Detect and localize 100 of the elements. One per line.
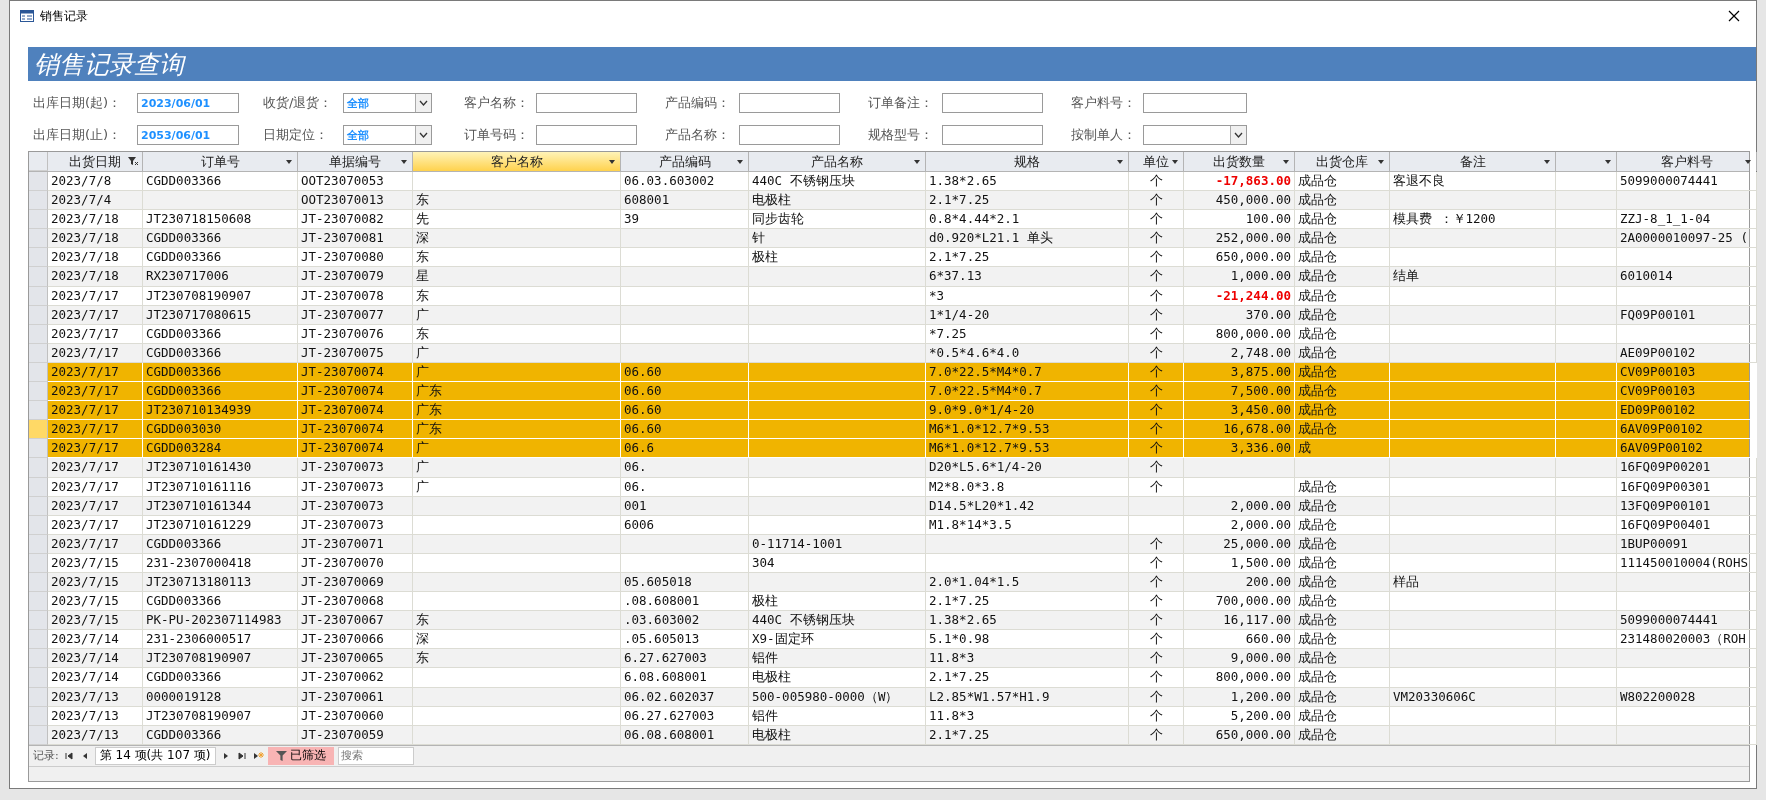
table-cell: JT-23070060 [298,706,413,726]
record-selector[interactable] [29,267,48,287]
table-cell: 成品仓 [1295,305,1390,325]
dropdown-arrow-icon[interactable] [285,158,293,166]
dropdown-arrow-icon[interactable] [1282,158,1290,166]
column-header[interactable]: 出货日期 [48,152,143,171]
dropdown-arrow-icon[interactable] [1116,158,1124,166]
table-cell: JT230708190907 [143,286,298,306]
field-label: 客户名称： [464,94,530,112]
table-cell: 16FQ09P00301 [1617,477,1757,497]
record-selector[interactable] [29,458,48,478]
column-header[interactable]: 出货仓库 [1295,152,1390,171]
column-header[interactable]: 客户料号 [1617,152,1757,171]
table-cell: 2023/7/15 [48,553,143,573]
column-header[interactable]: 订单号 [143,152,298,171]
record-selector[interactable] [29,649,48,669]
field-label: 订单号码： [464,126,530,144]
filter-icon[interactable] [128,156,138,166]
table-cell: 2.1*7.25 [926,668,1129,688]
record-selector[interactable] [29,382,48,402]
record-position[interactable]: 第 14 项(共 107 项) [94,746,216,765]
column-header[interactable]: 出货数量 [1184,152,1295,171]
table-cell: JT230717080615 [143,305,298,325]
text-field[interactable] [942,93,1043,113]
table-cell: 成品仓 [1295,515,1390,535]
text-field[interactable] [942,125,1043,145]
table-cell: W802200028 [1617,687,1757,707]
close-icon[interactable] [1726,8,1742,24]
table-cell: 0-11714-1001 [749,534,926,554]
dropdown-arrow-icon[interactable] [608,158,616,166]
record-selector[interactable] [29,630,48,650]
dropdown-arrow-icon[interactable] [1604,158,1612,166]
dropdown-arrow-icon[interactable] [1171,158,1179,166]
dropdown-arrow-icon[interactable] [1744,158,1752,166]
table-cell: CGDD003366 [143,324,298,344]
table-cell: JT-23070071 [298,534,413,554]
table-cell: 成品仓 [1295,477,1390,497]
record-selector[interactable] [29,172,48,192]
field-label: 收货/退货： [263,94,334,112]
first-record-icon[interactable] [62,749,75,762]
table-cell: 650,000.00 [1184,725,1295,745]
record-selector[interactable] [29,668,48,688]
record-selector[interactable] [29,248,48,268]
table-cell: 2,000.00 [1184,496,1295,516]
new-record-icon[interactable] [251,749,264,762]
table-cell: 成品仓 [1295,534,1390,554]
table-cell: 2,748.00 [1184,343,1295,363]
table-cell: 13FQ09P00101 [1617,496,1757,516]
table-cell: 成品仓 [1295,706,1390,726]
column-header[interactable]: 产品名称 [749,152,926,171]
dropdown-arrow-icon[interactable] [913,158,921,166]
record-selector[interactable] [29,611,48,631]
last-record-icon[interactable] [235,749,248,762]
record-selector[interactable] [29,191,48,211]
field-label: 产品编码： [665,94,731,112]
table-cell: 06. [621,458,749,478]
table-cell: 304 [749,553,926,573]
dropdown-arrow-icon[interactable] [400,158,408,166]
record-selector[interactable] [29,229,48,249]
table-cell: 广 [413,458,621,478]
text-field[interactable] [739,125,840,145]
table-cell: 广 [413,343,621,363]
dropdown-arrow-icon[interactable] [1377,158,1385,166]
record-selector[interactable] [29,420,48,440]
table-cell: 06.27.627003 [621,706,749,726]
table-cell: 广 [413,477,621,497]
table-cell: 2023/7/17 [48,477,143,497]
text-field[interactable] [536,93,637,113]
table-cell: CGDD003366 [143,534,298,554]
search-field[interactable]: 搜索 [337,746,414,765]
dropdown-arrow-icon[interactable] [1543,158,1551,166]
record-selector[interactable] [29,439,48,459]
dropdown-arrow-icon[interactable] [736,158,744,166]
table-cell: JT-23070070 [298,553,413,573]
table-cell: 个 [1129,286,1184,306]
table-cell: JT-23070073 [298,515,413,535]
filter-toggle[interactable]: 已筛选 [267,746,334,765]
table-cell: 2,000.00 [1184,515,1295,535]
form-title: 销售记录查询 [34,48,184,81]
text-field[interactable] [1143,93,1247,113]
table-cell: 11.8*3 [926,706,1129,726]
column-header[interactable]: 备注 [1390,152,1556,171]
table-cell: 2023/7/13 [48,706,143,726]
column-header[interactable]: 单位 [1129,152,1184,171]
column-header[interactable]: 规格 [926,152,1129,171]
column-header[interactable]: 产品编码 [621,152,749,171]
table-cell: 成品仓 [1295,343,1390,363]
record-selector[interactable] [29,592,48,612]
table-cell: 800,000.00 [1184,668,1295,688]
column-header[interactable]: 客户名称 [413,152,621,171]
select-all-corner[interactable] [29,152,48,171]
record-selector[interactable] [29,210,48,230]
text-field[interactable] [739,93,840,113]
dropdown-field[interactable] [1143,125,1247,145]
text-field[interactable] [536,125,637,145]
table-cell: 111450010004(ROHS [1617,553,1757,573]
table-cell: 个 [1129,553,1184,573]
record-selector[interactable] [29,401,48,421]
table-cell: 成品仓 [1295,668,1390,688]
table-cell: 2023/7/17 [48,324,143,344]
